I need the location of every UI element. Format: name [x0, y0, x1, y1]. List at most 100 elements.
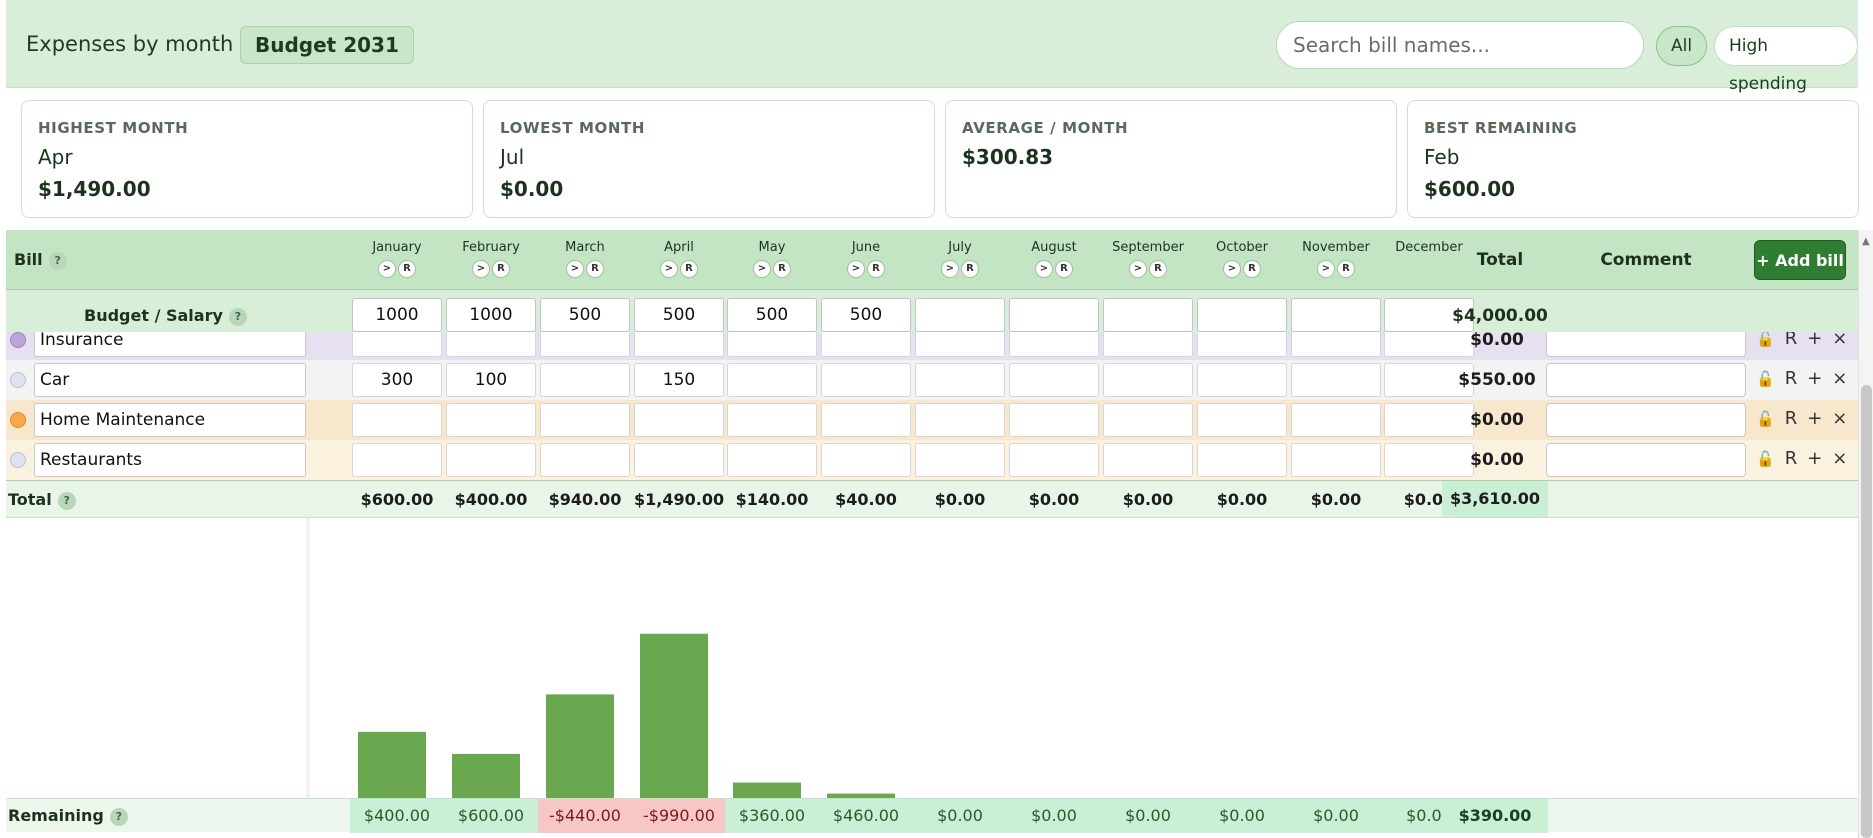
bill-amount-input[interactable] — [915, 443, 1005, 477]
bill-amount-input[interactable] — [1009, 332, 1099, 357]
bill-amount-input[interactable] — [727, 403, 817, 437]
bill-amount-input[interactable] — [540, 443, 630, 477]
bill-amount-input[interactable] — [634, 403, 724, 437]
repeat-button[interactable]: R — [1785, 332, 1798, 349]
reset-month-button[interactable]: R — [961, 260, 979, 278]
repeat-button[interactable]: R — [1785, 368, 1798, 389]
budget-input-september[interactable] — [1103, 298, 1193, 332]
next-month-button[interactable]: > — [1223, 260, 1241, 278]
bill-amount-input[interactable] — [727, 363, 817, 397]
bill-amount-input[interactable] — [1009, 403, 1099, 437]
bill-color-icon[interactable] — [10, 332, 26, 348]
budget-input-november[interactable] — [1291, 298, 1381, 332]
comment-input[interactable] — [1546, 403, 1746, 437]
budget-input-january[interactable]: 1000 — [352, 298, 442, 332]
bill-amount-input[interactable] — [1291, 363, 1381, 397]
repeat-button[interactable]: R — [1785, 408, 1798, 429]
bill-amount-input[interactable] — [1291, 332, 1381, 357]
vertical-scrollbar[interactable]: ▲ — [1858, 230, 1873, 838]
lock-icon[interactable]: 🔓 — [1756, 410, 1775, 428]
bill-amount-input[interactable] — [1197, 443, 1287, 477]
delete-row-button[interactable]: × — [1832, 332, 1847, 349]
budget-input-june[interactable]: 500 — [821, 298, 911, 332]
delete-row-button[interactable]: × — [1832, 448, 1847, 469]
next-month-button[interactable]: > — [660, 260, 678, 278]
budget-input-february[interactable]: 1000 — [446, 298, 536, 332]
bill-amount-input[interactable] — [352, 332, 442, 357]
bill-amount-input[interactable] — [727, 443, 817, 477]
bill-amount-input[interactable] — [821, 363, 911, 397]
bill-amount-input[interactable] — [634, 332, 724, 357]
comment-input[interactable] — [1546, 443, 1746, 477]
reset-month-button[interactable]: R — [867, 260, 885, 278]
bill-amount-input[interactable] — [821, 443, 911, 477]
reset-month-button[interactable]: R — [1149, 260, 1167, 278]
bill-amount-input[interactable] — [915, 363, 1005, 397]
add-row-button[interactable]: + — [1807, 368, 1822, 389]
budget-input-may[interactable]: 500 — [727, 298, 817, 332]
budget-badge[interactable]: Budget 2031 — [240, 26, 414, 64]
bill-name-input[interactable]: Home Maintenance — [34, 403, 306, 437]
bill-amount-input[interactable] — [1009, 443, 1099, 477]
bill-amount-input[interactable] — [1291, 403, 1381, 437]
search-input[interactable] — [1276, 21, 1644, 69]
bill-amount-input[interactable]: 100 — [446, 363, 536, 397]
repeat-button[interactable]: R — [1785, 448, 1798, 469]
bill-color-icon[interactable] — [10, 412, 26, 428]
next-month-button[interactable]: > — [472, 260, 490, 278]
help-icon[interactable]: ? — [48, 251, 67, 270]
bill-amount-input[interactable] — [915, 332, 1005, 357]
bill-amount-input[interactable] — [1197, 403, 1287, 437]
bill-name-input[interactable]: Car — [34, 363, 306, 397]
bill-amount-input[interactable] — [1103, 443, 1193, 477]
bill-amount-input[interactable] — [1103, 363, 1193, 397]
reset-month-button[interactable]: R — [773, 260, 791, 278]
reset-month-button[interactable]: R — [1337, 260, 1355, 278]
scroll-up-arrow-icon[interactable]: ▲ — [1862, 236, 1870, 247]
comment-input[interactable] — [1546, 363, 1746, 397]
bill-amount-input[interactable]: 300 — [352, 363, 442, 397]
budget-input-april[interactable]: 500 — [634, 298, 724, 332]
scrollbar-thumb[interactable] — [1861, 385, 1872, 838]
bill-amount-input[interactable] — [446, 332, 536, 357]
bill-amount-input[interactable] — [1103, 403, 1193, 437]
bill-color-icon[interactable] — [10, 372, 26, 388]
bill-amount-input[interactable] — [915, 403, 1005, 437]
reset-month-button[interactable]: R — [586, 260, 604, 278]
reset-month-button[interactable]: R — [398, 260, 416, 278]
reset-month-button[interactable]: R — [1243, 260, 1261, 278]
bill-amount-input[interactable] — [821, 332, 911, 357]
reset-month-button[interactable]: R — [680, 260, 698, 278]
delete-row-button[interactable]: × — [1832, 368, 1847, 389]
help-icon[interactable]: ? — [57, 491, 76, 510]
budget-input-august[interactable] — [1009, 298, 1099, 332]
next-month-button[interactable]: > — [566, 260, 584, 278]
budget-input-october[interactable] — [1197, 298, 1287, 332]
bill-amount-input[interactable] — [540, 363, 630, 397]
add-row-button[interactable]: + — [1807, 408, 1822, 429]
delete-row-button[interactable]: × — [1832, 408, 1847, 429]
lock-icon[interactable]: 🔓 — [1756, 332, 1775, 348]
bill-amount-input[interactable] — [540, 332, 630, 357]
help-icon[interactable]: ? — [109, 807, 128, 826]
budget-input-july[interactable] — [915, 298, 1005, 332]
add-row-button[interactable]: + — [1807, 332, 1822, 349]
bill-amount-input[interactable]: 150 — [634, 363, 724, 397]
bill-amount-input[interactable] — [1197, 332, 1287, 357]
add-bill-button[interactable]: + Add bill — [1754, 240, 1846, 280]
lock-icon[interactable]: 🔓 — [1756, 370, 1775, 388]
bill-amount-input[interactable] — [352, 403, 442, 437]
help-icon[interactable]: ? — [228, 307, 247, 326]
bill-amount-input[interactable] — [1103, 332, 1193, 357]
bill-amount-input[interactable] — [727, 332, 817, 357]
bill-amount-input[interactable] — [352, 443, 442, 477]
bill-color-icon[interactable] — [10, 452, 26, 468]
next-month-button[interactable]: > — [378, 260, 396, 278]
bill-amount-input[interactable] — [1009, 363, 1099, 397]
filter-all-button[interactable]: All — [1656, 26, 1708, 66]
bill-name-input[interactable]: Restaurants — [34, 443, 306, 477]
add-row-button[interactable]: + — [1807, 448, 1822, 469]
next-month-button[interactable]: > — [1317, 260, 1335, 278]
filter-high-spending-button[interactable]: High spending — [1714, 26, 1858, 94]
reset-month-button[interactable]: R — [1055, 260, 1073, 278]
